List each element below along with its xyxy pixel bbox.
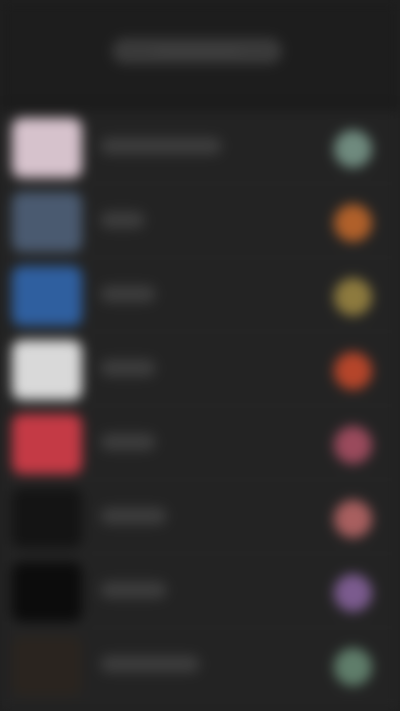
item-thumbnail bbox=[12, 340, 82, 400]
item-status-dot bbox=[334, 204, 372, 242]
item-status-dot bbox=[334, 648, 372, 686]
list-item[interactable]: ————— bbox=[0, 480, 400, 554]
item-thumbnail bbox=[12, 562, 82, 622]
item-thumbnail bbox=[12, 488, 82, 548]
item-label: ———— bbox=[100, 359, 156, 377]
item-label: ————— bbox=[100, 581, 167, 599]
list-item[interactable]: ———————— bbox=[0, 628, 400, 702]
item-thumbnail bbox=[12, 636, 82, 696]
item-status-dot bbox=[334, 574, 372, 612]
list-item[interactable]: ———— bbox=[0, 258, 400, 332]
item-label: ——— bbox=[100, 211, 145, 229]
item-status-dot bbox=[334, 352, 372, 390]
item-thumbnail bbox=[12, 414, 82, 474]
item-thumbnail bbox=[12, 118, 82, 178]
list-item[interactable]: ———— bbox=[0, 332, 400, 406]
item-status-dot bbox=[334, 278, 372, 316]
list-item[interactable]: ———— bbox=[0, 406, 400, 480]
item-label: ———— bbox=[100, 433, 156, 451]
item-status-dot bbox=[334, 130, 372, 168]
item-thumbnail bbox=[12, 192, 82, 252]
item-label: ———————— bbox=[100, 655, 200, 673]
item-label: ———— bbox=[100, 285, 156, 303]
list-item[interactable]: ————— bbox=[0, 554, 400, 628]
item-status-dot bbox=[334, 500, 372, 538]
header-title: ——————— bbox=[112, 38, 282, 64]
item-label: ————— bbox=[100, 507, 167, 525]
item-thumbnail bbox=[12, 266, 82, 326]
list-item[interactable]: ——— bbox=[0, 184, 400, 258]
item-label: —————————— bbox=[100, 137, 222, 155]
top-bar: ——————— bbox=[0, 0, 400, 100]
item-status-dot bbox=[334, 426, 372, 464]
header-divider bbox=[0, 100, 400, 110]
list-item[interactable]: —————————— bbox=[0, 110, 400, 184]
app-screen: ——————— —————————— ——— ———— ———— ———— ——… bbox=[0, 0, 400, 711]
item-list: —————————— ——— ———— ———— ———— ————— ————… bbox=[0, 110, 400, 702]
